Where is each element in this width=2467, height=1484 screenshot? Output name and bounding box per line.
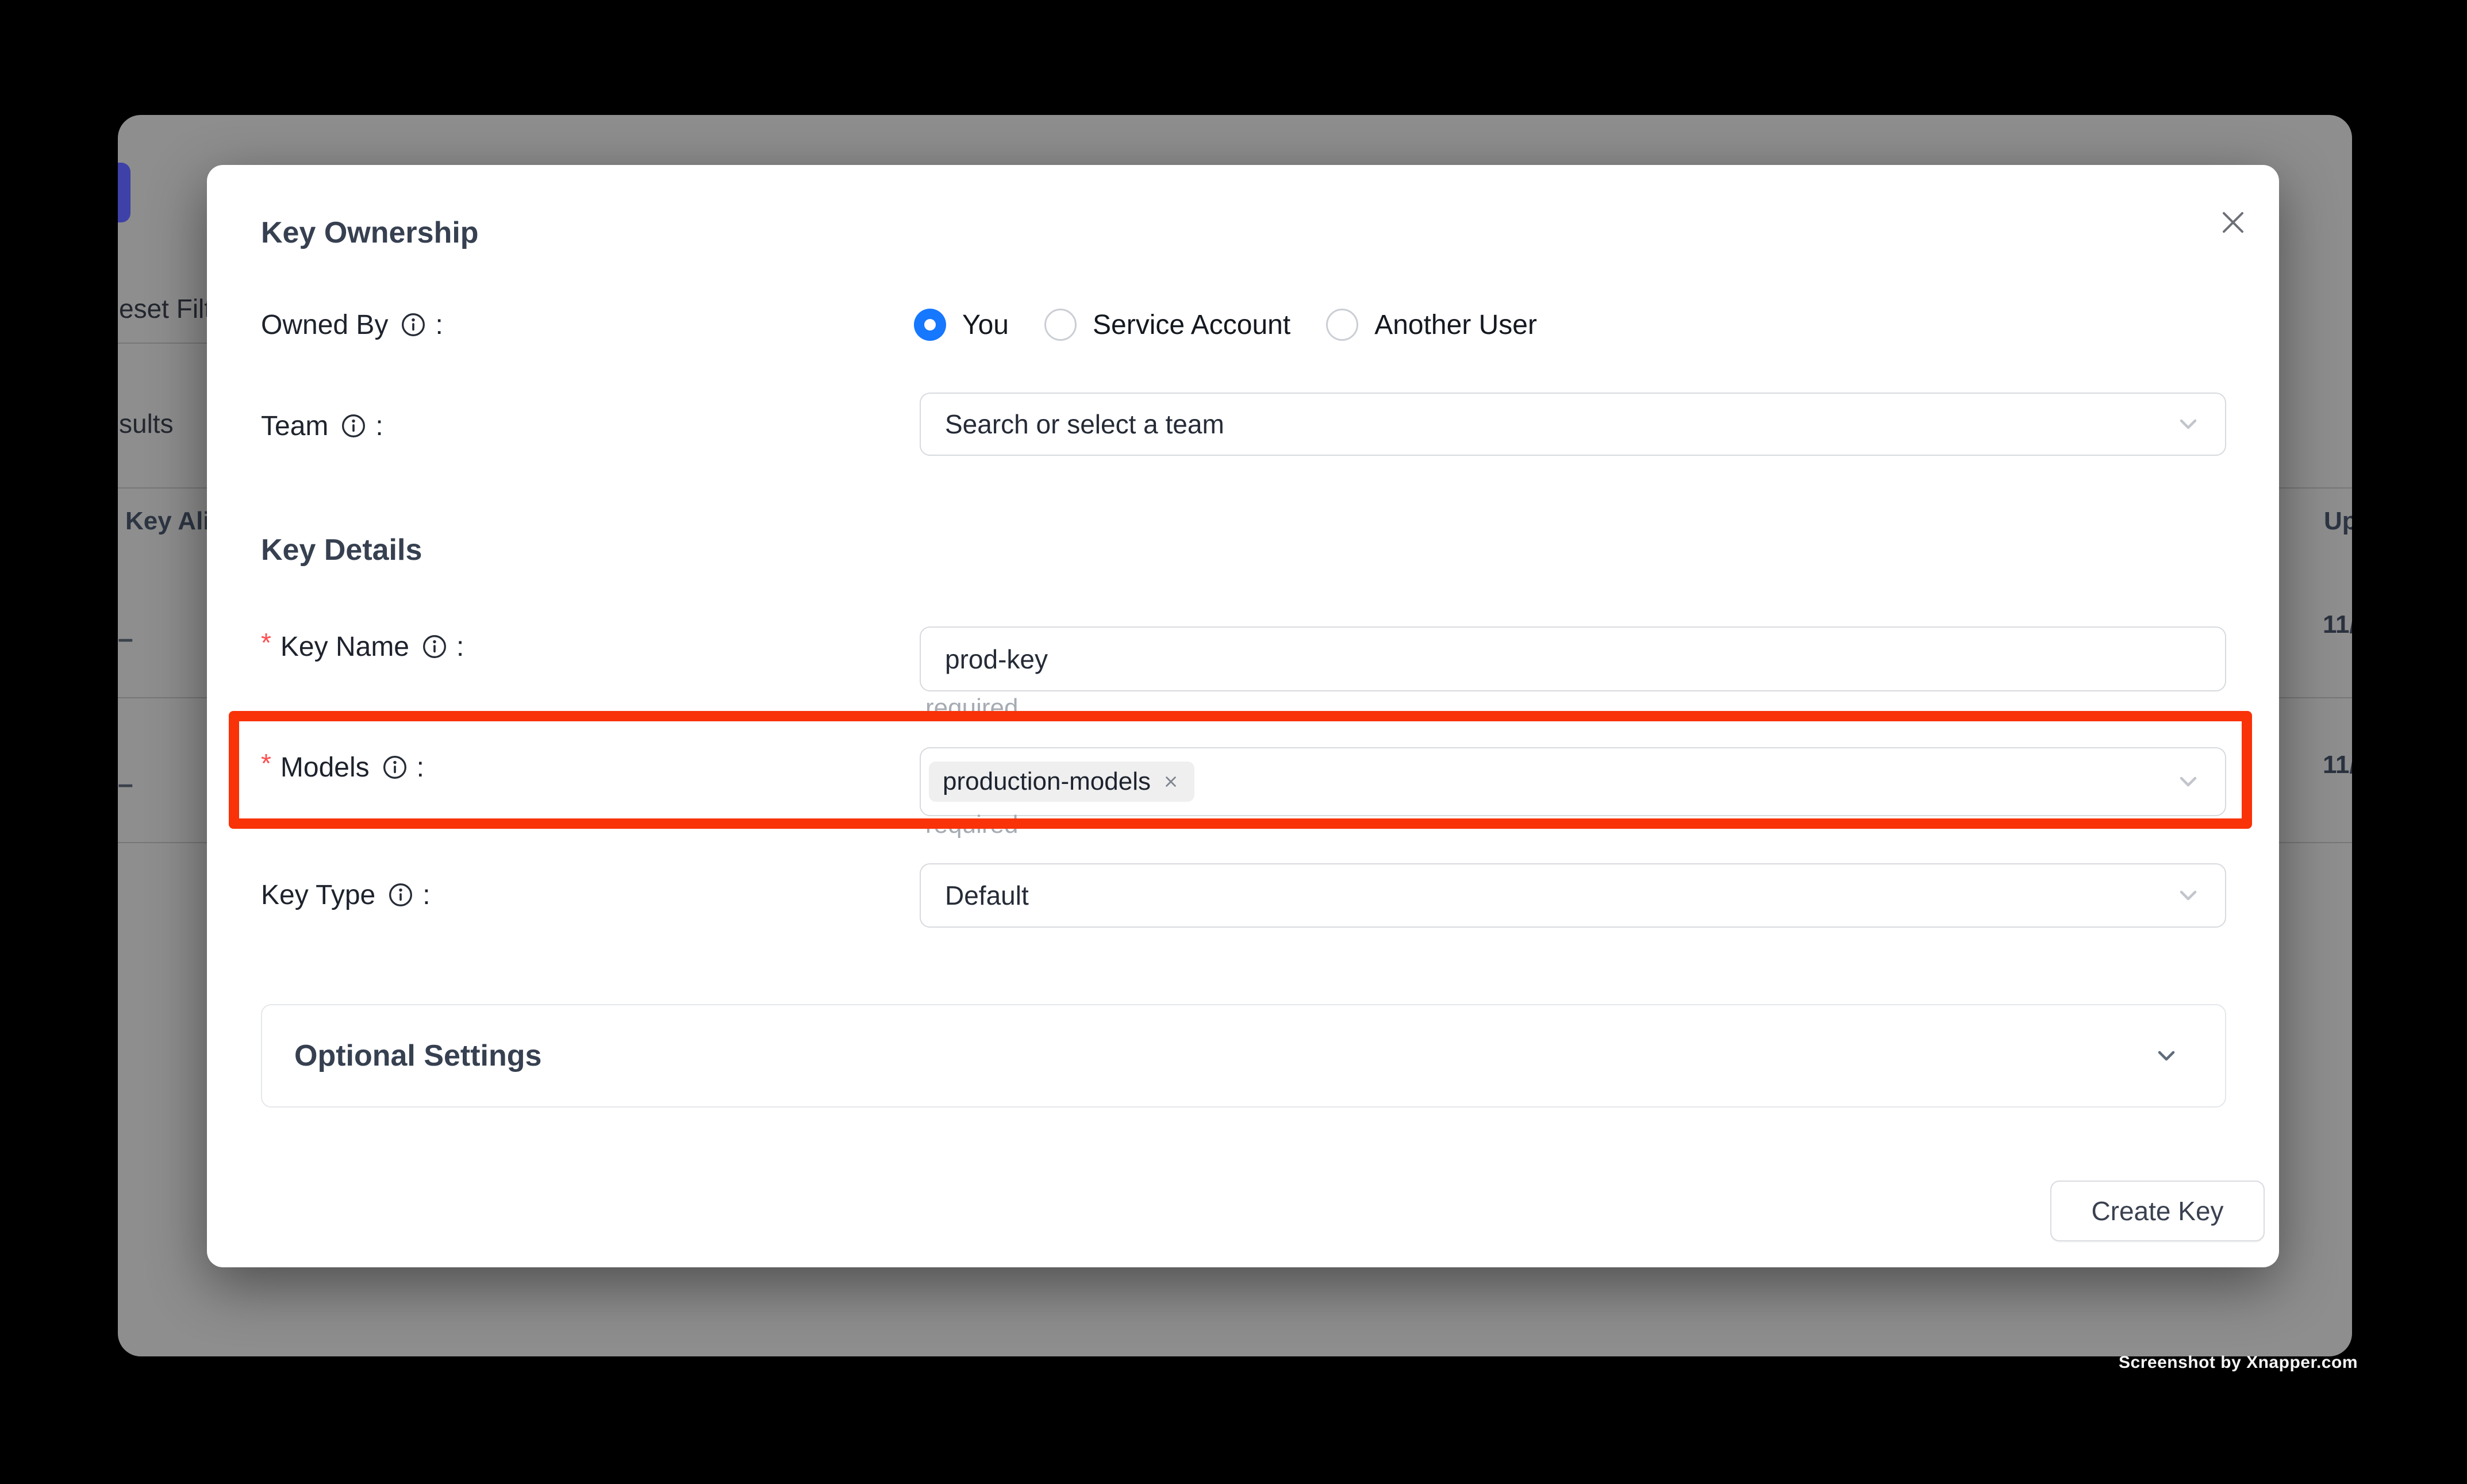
team-select[interactable]: Search or select a team [920,393,2226,456]
info-icon[interactable] [388,882,413,908]
key-type-selected-value: Default [945,880,1029,911]
models-label: * Models : [261,750,424,785]
radio-option-label[interactable]: Another User [1374,309,1537,341]
radio-option-another-user[interactable]: Another User [1326,309,1537,341]
owned-by-radio-group: You Service Account Another User [914,307,1537,342]
label-colon: : [417,752,424,783]
key-type-label: Key Type : [261,878,431,912]
reset-filters-button-fragment: eset Filt [119,293,212,324]
key-name-value: prod-key [945,644,1048,675]
info-icon[interactable] [401,312,426,337]
key-name-required-hint: required [925,694,1018,722]
owned-by-label: Owned By : [261,307,443,342]
table-row-cell: – [118,623,133,655]
selected-model-tag-label: production-models [943,767,1151,796]
key-name-label-text: Key Name [280,631,409,663]
radio-option-you[interactable]: You [914,309,1009,341]
table-row-cell: 11/ [2323,610,2352,639]
section-title-key-details: Key Details [261,533,422,567]
label-colon: : [435,309,443,341]
selected-model-tag: production-models [929,762,1194,802]
create-key-modal: Key Ownership Owned By : You Service Acc… [207,165,2279,1267]
watermark-text: Screenshot by Xnapper.com [2119,1353,2358,1372]
label-colon: : [456,631,464,663]
models-required-hint: required [925,810,1018,839]
tag-remove-icon[interactable] [1161,772,1181,791]
label-colon: : [422,879,430,911]
label-colon: : [375,410,383,442]
table-row-cell: – [118,768,133,800]
create-key-button-label: Create Key [2091,1195,2223,1227]
radio-option-label[interactable]: You [962,309,1009,341]
radio-unselected-icon[interactable] [1326,309,1358,341]
models-label-text: Models [280,752,370,783]
key-name-label: * Key Name : [261,629,464,664]
owned-by-label-text: Owned By [261,309,388,341]
radio-option-label[interactable]: Service Account [1093,309,1290,341]
radio-option-service-account[interactable]: Service Account [1044,309,1290,341]
key-name-input[interactable]: prod-key [920,626,2226,691]
chevron-down-icon [2153,1042,2180,1070]
chevron-down-icon [2174,882,2202,909]
info-icon[interactable] [382,755,408,780]
table-row-cell: 11/ [2323,751,2352,779]
optional-settings-title: Optional Settings [294,1039,541,1073]
create-key-button[interactable]: Create Key [2050,1181,2265,1241]
required-asterisk: * [261,748,271,779]
info-icon[interactable] [422,634,447,659]
chevron-down-icon [2174,768,2202,795]
optional-settings-accordion[interactable]: Optional Settings [261,1004,2226,1108]
key-type-select[interactable]: Default [920,863,2226,928]
required-asterisk: * [261,627,271,658]
section-title-key-ownership: Key Ownership [261,216,479,250]
key-type-label-text: Key Type [261,879,375,911]
column-header-updated: Up [2324,507,2352,536]
team-label-text: Team [261,410,328,442]
results-count-fragment: sults [119,408,174,439]
models-multiselect[interactable]: production-models [920,747,2226,816]
close-icon[interactable] [2217,206,2249,239]
team-select-placeholder: Search or select a team [945,409,1224,440]
info-icon[interactable] [341,413,366,439]
radio-unselected-icon[interactable] [1044,309,1077,341]
team-label: Team : [261,409,383,443]
chevron-down-icon [2174,410,2202,438]
radio-selected-icon[interactable] [914,309,946,341]
clipped-primary-button [118,163,130,222]
screenshot-canvas: { "colors": { "accent_blue": "#1677ff", … [0,0,2467,1484]
